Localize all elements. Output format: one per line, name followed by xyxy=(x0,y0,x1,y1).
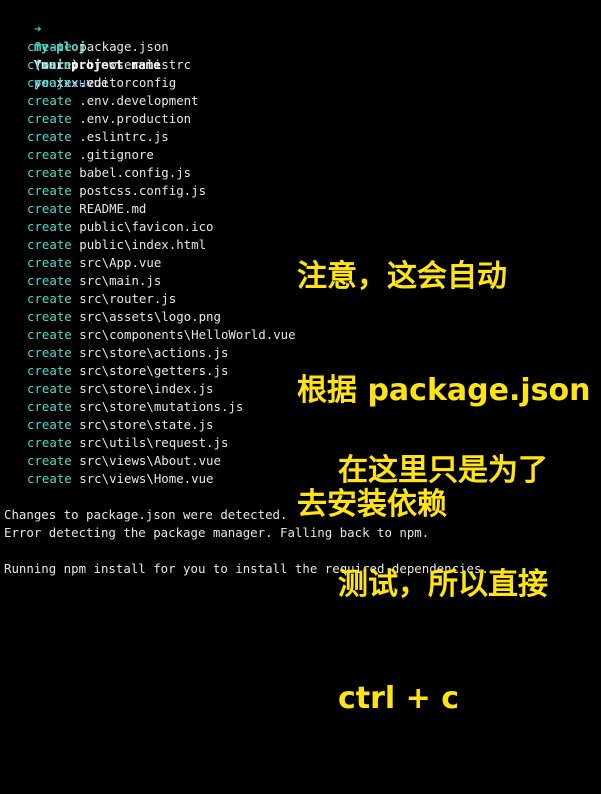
create-keyword: create xyxy=(27,129,72,144)
create-line: create README.md xyxy=(27,200,146,218)
create-line: create package.json xyxy=(27,38,169,56)
message-changes-detected: Changes to package.json were detected. xyxy=(4,507,288,522)
create-keyword: create xyxy=(27,381,72,396)
created-file-path: src\views\Home.vue xyxy=(79,471,214,486)
annotation-line: 注意，这会自动 xyxy=(297,259,507,294)
create-keyword: create xyxy=(27,111,72,126)
create-keyword: create xyxy=(27,345,72,360)
create-keyword: create xyxy=(27,57,72,72)
create-keyword: create xyxy=(27,363,72,378)
create-line: create src\store\index.js xyxy=(27,380,214,398)
create-keyword: create xyxy=(27,309,72,324)
create-keyword: create xyxy=(27,147,72,162)
create-keyword: create xyxy=(27,255,72,270)
create-line: create babel.config.js xyxy=(27,164,191,182)
question-line: ? Your project name proj-vue xyxy=(4,20,161,90)
created-file-path: package.json xyxy=(79,39,169,54)
create-line: create .browserslistrc xyxy=(27,56,191,74)
create-keyword: create xyxy=(27,399,72,414)
created-file-path: public\favicon.ico xyxy=(79,219,214,234)
created-file-path: src\main.js xyxy=(79,273,162,288)
create-keyword: create xyxy=(27,237,72,252)
create-line: create public\favicon.ico xyxy=(27,218,214,236)
create-line: create .eslintrc.js xyxy=(27,128,169,146)
create-line: create src\views\Home.vue xyxy=(27,470,214,488)
created-file-path: src\assets\logo.png xyxy=(79,309,221,324)
create-line: create src\store\actions.js xyxy=(27,344,228,362)
terminal-window[interactable]: ➜ my-ploj (main) yo xxx-vue ? Your proje… xyxy=(0,0,601,716)
create-keyword: create xyxy=(27,75,72,90)
create-line: create src\router.js xyxy=(27,290,176,308)
created-file-path: .browserslistrc xyxy=(79,57,192,72)
create-keyword: create xyxy=(27,219,72,234)
created-file-path: .gitignore xyxy=(79,147,154,162)
create-keyword: create xyxy=(27,435,72,450)
create-line: create .editorconfig xyxy=(27,74,176,92)
create-keyword: create xyxy=(27,93,72,108)
created-file-path: src\App.vue xyxy=(79,255,162,270)
create-line: create src\store\mutations.js xyxy=(27,398,243,416)
create-keyword: create xyxy=(27,327,72,342)
create-keyword: create xyxy=(27,39,72,54)
create-keyword: create xyxy=(27,273,72,288)
create-keyword: create xyxy=(27,453,72,468)
create-line: create public\index.html xyxy=(27,236,206,254)
create-keyword: create xyxy=(27,291,72,306)
create-line: create src\utils\request.js xyxy=(27,434,228,452)
created-file-path: src\router.js xyxy=(79,291,177,306)
create-line: create src\store\getters.js xyxy=(27,362,228,380)
created-file-path: .env.development xyxy=(79,93,199,108)
created-file-path: src\store\index.js xyxy=(79,381,214,396)
created-file-path: public\index.html xyxy=(79,237,207,252)
created-file-path: src\components\HelloWorld.vue xyxy=(79,327,296,342)
create-keyword: create xyxy=(27,183,72,198)
create-line: create postcss.config.js xyxy=(27,182,206,200)
created-file-path: README.md xyxy=(79,201,147,216)
created-file-path: src\views\About.vue xyxy=(79,453,221,468)
create-line: create src\main.js xyxy=(27,272,161,290)
create-line: create src\components\HelloWorld.vue xyxy=(27,326,296,344)
annotation-line: 在这里只是为了 xyxy=(338,453,548,488)
create-keyword: create xyxy=(27,417,72,432)
annotation-line: ctrl + c xyxy=(338,681,460,716)
create-keyword: create xyxy=(27,471,72,486)
create-line: create .env.development xyxy=(27,92,199,110)
create-line: create src\store\state.js xyxy=(27,416,214,434)
create-line: create .gitignore xyxy=(27,146,154,164)
create-line: create src\views\About.vue xyxy=(27,452,221,470)
created-file-path: src\utils\request.js xyxy=(79,435,229,450)
created-file-path: babel.config.js xyxy=(79,165,192,180)
annotation-ctrl-c-note: 在这里只是为了 测试，所以直接 ctrl + c xyxy=(338,376,548,794)
created-file-path: .editorconfig xyxy=(79,75,177,90)
create-keyword: create xyxy=(27,165,72,180)
create-line: create .env.production xyxy=(27,110,191,128)
create-line: create src\assets\logo.png xyxy=(27,308,221,326)
created-file-path: .env.production xyxy=(79,111,192,126)
create-keyword: create xyxy=(27,201,72,216)
prompt-line: ➜ my-ploj (main) yo xxx-vue xyxy=(4,2,109,90)
created-file-path: src\store\state.js xyxy=(79,417,214,432)
annotation-line: 测试，所以直接 xyxy=(338,567,548,602)
created-file-path: src\store\mutations.js xyxy=(79,399,244,414)
created-file-path: postcss.config.js xyxy=(79,183,207,198)
created-file-path: .eslintrc.js xyxy=(79,129,169,144)
created-file-path: src\store\actions.js xyxy=(79,345,229,360)
create-line: create src\App.vue xyxy=(27,254,161,272)
created-file-path: src\store\getters.js xyxy=(79,363,229,378)
